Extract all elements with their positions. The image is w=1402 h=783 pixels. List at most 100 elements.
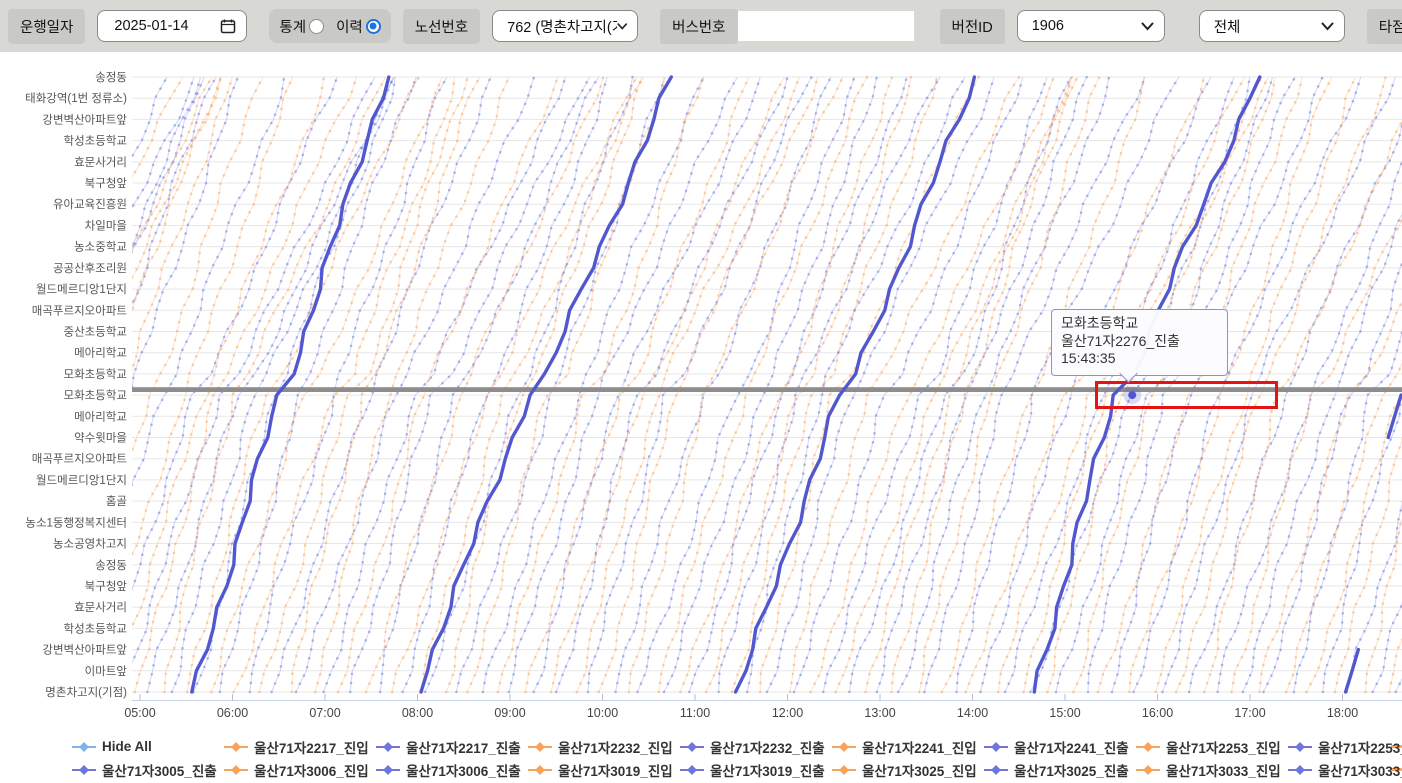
trip-line-faded [296, 77, 534, 692]
legend-item[interactable]: 울산71자2241_진출 [984, 737, 1136, 757]
trip-line-faded [220, 77, 416, 692]
chart-tooltip: 모화초등학교 울산71자2276_진출 15:43:35 [1051, 309, 1228, 376]
trip-markers-faded [296, 77, 534, 692]
station-label: 농소중학교 [74, 241, 127, 254]
trip-line-faded [1347, 77, 1402, 692]
legend-item[interactable]: Hide All [72, 739, 224, 754]
trip-markers-faded [637, 77, 854, 692]
trip-markers-faded [0, 77, 204, 692]
legend-item-label: 울산71자2232_진출 [710, 737, 825, 757]
station-label: 중산초등학교 [64, 325, 127, 338]
analyze-button[interactable]: 타점기준분석 [1367, 9, 1402, 44]
legend-item[interactable]: 울산71자2253_진입 [1136, 737, 1288, 757]
station-label: 송정동 [95, 559, 127, 572]
trip-markers-faded [719, 77, 940, 692]
legend-marker-icon [528, 742, 552, 752]
bus-number-input[interactable] [738, 11, 914, 41]
legend-item-label: 울산71자3019_진입 [558, 760, 673, 780]
trip-markers-faded [0, 77, 194, 692]
x-tick-label: 18:00 [1327, 706, 1358, 720]
x-tick-label: 08:00 [402, 706, 433, 720]
trip-markers-faded [38, 77, 232, 692]
x-tick-label: 14:00 [957, 706, 988, 720]
calendar-icon[interactable] [220, 18, 236, 34]
legend-item[interactable]: 울산71자3006_진입 [224, 760, 376, 780]
trip-markers-faded [0, 77, 125, 692]
legend-item[interactable]: 울산71자3019_진출 [680, 760, 832, 780]
version-select[interactable]: 1906 [1017, 10, 1165, 42]
x-tick-label: 16:00 [1142, 706, 1173, 720]
legend-row-1: Hide All울산71자2217_진입울산71자2217_진출울산71자223… [0, 735, 1402, 758]
legend-item[interactable]: 울산71자3019_진입 [528, 760, 680, 780]
trip-line-faded [577, 77, 799, 692]
operation-date-input[interactable]: 2025-01-14 [97, 10, 247, 42]
station-label: 메아리학교 [74, 347, 127, 360]
x-tick-label: 12:00 [772, 706, 803, 720]
trip-markers-faded [588, 77, 811, 692]
trip-line-faded [637, 77, 854, 692]
station-label: 약수윗마을 [74, 431, 127, 445]
station-label: 학성초등학교 [64, 622, 127, 635]
trip-line-faded [629, 77, 843, 692]
route-select[interactable]: 762 (명촌차고지(기점) [492, 10, 638, 42]
station-label: 태화강역(1번 정류소) [25, 92, 127, 105]
trip-markers-faded [892, 77, 1078, 692]
trip-markers-faded [767, 77, 994, 692]
trip-line-faded [12, 77, 221, 692]
station-label: 강변벽산아파트앞 [42, 113, 127, 126]
legend-marker-icon [72, 765, 96, 775]
trip-line-faded [109, 77, 324, 692]
trip-line-faded [892, 77, 1078, 692]
trip-markers-faded [125, 77, 375, 692]
scope-select[interactable]: 전체 [1199, 10, 1345, 42]
legend-item-label: 울산71자3025_진입 [862, 760, 977, 780]
trip-markers-faded [747, 77, 965, 692]
version-select-value: 1906 [1032, 18, 1064, 34]
legend-item[interactable]: 울산71자2232_진출 [680, 737, 832, 757]
legend-item[interactable]: 울산71자3033_진출 [1288, 760, 1402, 780]
trip-markers-faded [760, 77, 979, 692]
trip-markers-faded [0, 77, 167, 692]
trip-line-faded [0, 77, 167, 692]
operation-date-label: 운행일자 [8, 9, 85, 44]
station-label: 이마트앞 [85, 665, 128, 678]
bus-operation-analysis-page: { "toolbar": { "date_label": "운행일자", "da… [0, 0, 1402, 783]
stat-radio-label: 통계 [279, 16, 306, 37]
legend-item[interactable]: 울산71자2217_진출 [376, 737, 528, 757]
x-tick-label: 13:00 [864, 706, 895, 720]
history-radio-label: 이력 [336, 16, 363, 37]
station-label: 월드메르디앙1단지 [36, 283, 127, 296]
legend-item[interactable]: 울산71자2253_진출 [1288, 737, 1402, 757]
legend-marker-icon [1288, 765, 1312, 775]
legend-item[interactable]: 울산71자3033_진입 [1136, 760, 1288, 780]
operation-date-value: 2025-01-14 [114, 18, 188, 34]
trip-line-faded [706, 77, 911, 692]
legend-item[interactable]: 울산71자3025_진출 [984, 760, 1136, 780]
station-label: 효문사거리 [74, 156, 127, 169]
trip-markers-faded [706, 77, 911, 692]
x-tick-label: 10:00 [587, 706, 618, 720]
legend-marker-icon [680, 765, 704, 775]
toolbar: 운행일자 2025-01-14 통계 이력 노선번호 762 (명촌차고지(기점… [0, 0, 1402, 52]
trip-markers-faded [1373, 77, 1402, 692]
legend-item[interactable]: 울산71자2232_진입 [528, 737, 680, 757]
legend-item[interactable]: 울산71자3025_진입 [832, 760, 984, 780]
tooltip-station: 모화초등학교 [1061, 315, 1219, 333]
stat-radio[interactable] [309, 19, 324, 34]
history-radio[interactable] [366, 19, 381, 34]
legend-item-label: 울산71자3025_진출 [1014, 760, 1129, 780]
legend-item[interactable]: 울산71자2217_진입 [224, 737, 376, 757]
trip-markers-faded [1347, 77, 1402, 692]
legend-item[interactable]: 울산71자3005_진출 [72, 760, 224, 780]
trip-markers-faded [12, 77, 221, 692]
red-highlight-box [1095, 381, 1278, 409]
chevron-down-icon [617, 22, 627, 31]
tooltip-series: 울산71자2276_진출 [1061, 333, 1219, 351]
x-tick-label: 09:00 [494, 706, 525, 720]
legend-item[interactable]: 울산71자2241_진입 [832, 737, 984, 757]
chart-legend: Hide All울산71자2217_진입울산71자2217_진출울산71자223… [0, 735, 1402, 781]
trip-line-faded [90, 77, 292, 692]
legend-row-2: 울산71자3005_진출울산71자3006_진입울산71자3006_진출 울산71… [0, 758, 1402, 781]
station-label: 농소1동행정복지센터 [25, 516, 127, 529]
legend-item[interactable]: 울산71자3006_진출 [376, 760, 528, 780]
